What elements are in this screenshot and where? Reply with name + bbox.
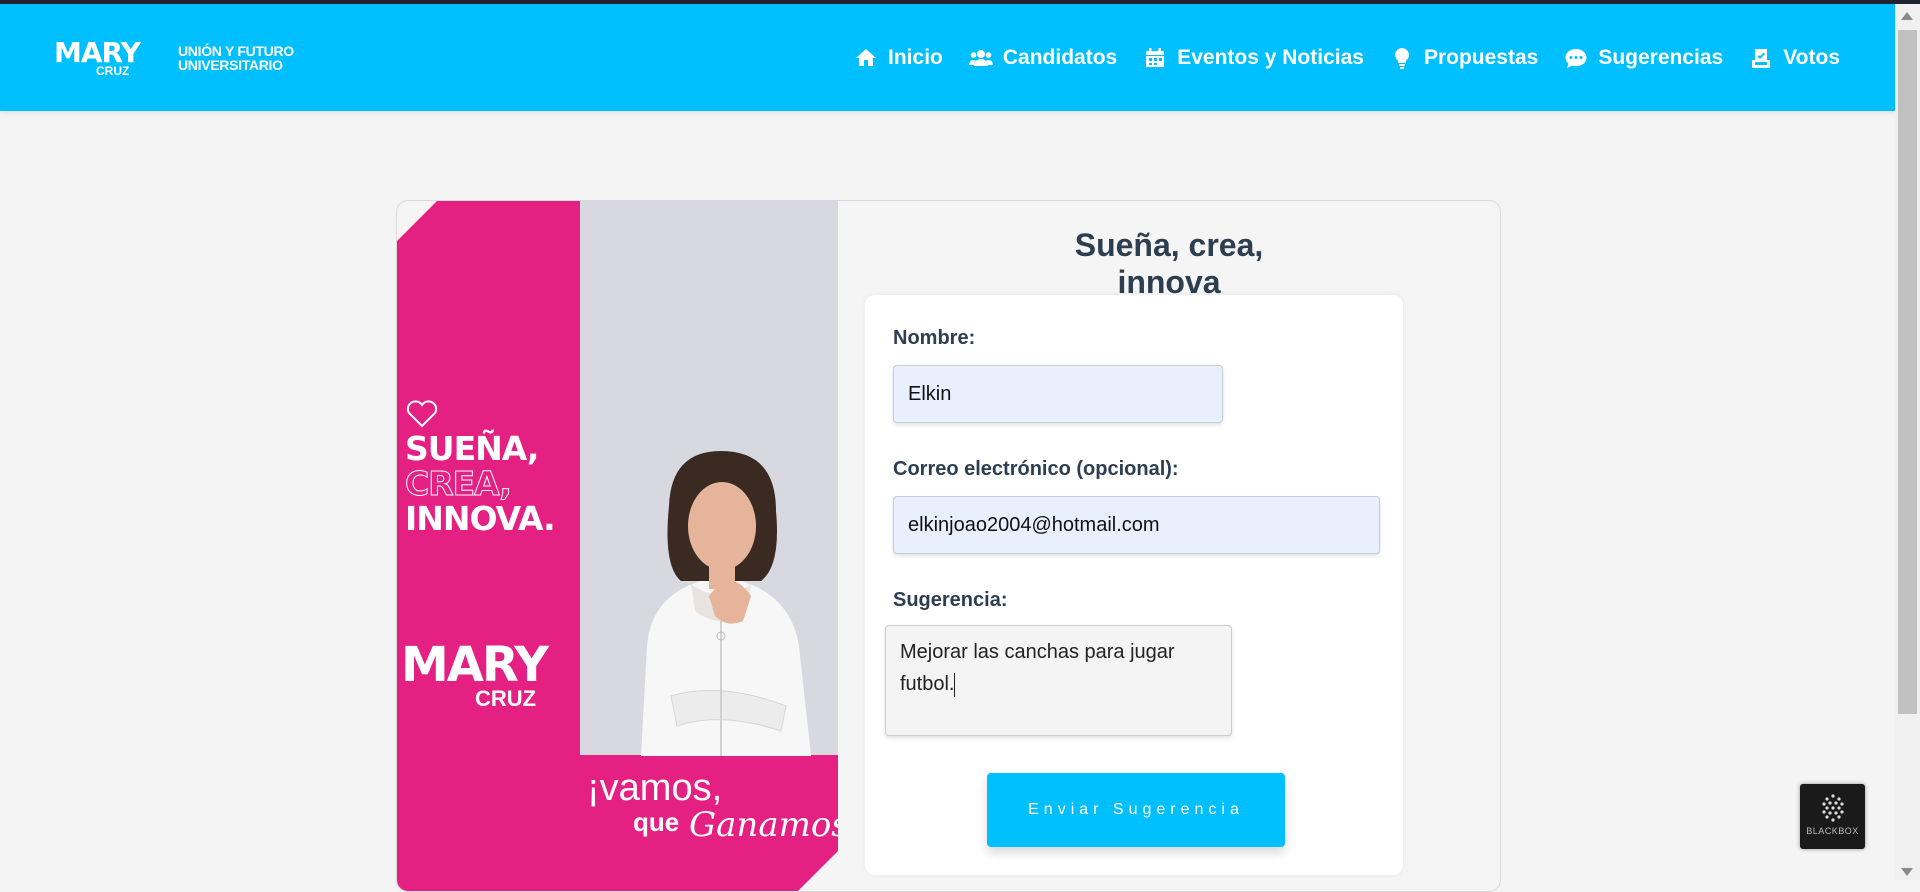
scroll-up-arrow-icon[interactable] (1901, 12, 1913, 20)
suggestion-card: SUEÑA, CREA, INNOVA. MARY CRUZ ¡vamos, q… (396, 200, 1501, 892)
brand-name-top: MARY (54, 36, 141, 69)
poster-vamos-text: ¡vamos, (587, 767, 723, 809)
blackbox-widget[interactable]: BLACKBOX (1800, 784, 1865, 849)
poster-slogan-line2: CREA, (405, 464, 513, 503)
poster-name-bottom: CRUZ (475, 686, 537, 711)
home-icon (856, 49, 877, 66)
text-caret (954, 672, 956, 697)
form-title: Sueña, crea, innova (1074, 227, 1264, 300)
poster-ganamos-text: Ganamos!. (689, 805, 874, 845)
page-scrollbar[interactable] (1895, 4, 1920, 880)
calendar-icon (1146, 48, 1165, 67)
brand-slogan: UNIÓN Y FUTURO UNIVERSITARIO (178, 44, 294, 72)
nav-item-candidatos[interactable]: Candidatos (968, 46, 1118, 70)
blackbox-logo-icon (1821, 794, 1844, 822)
suggestion-text: Mejorar las canchas para jugar futbol. (900, 641, 1175, 695)
poster-slogan-line1: SUEÑA, (405, 429, 539, 468)
poster-que-text: que (633, 807, 680, 837)
poster-slogan-line3: INNOVA. (405, 499, 556, 538)
brand-logo[interactable]: MARY CRUZ (54, 36, 141, 79)
vote-icon (1752, 49, 1771, 68)
lightbulb-icon (1395, 48, 1409, 69)
nav-item-label: Votos (1783, 46, 1840, 69)
brand-name-bottom: CRUZ (96, 64, 130, 78)
email-field[interactable]: elkinjoao2004@hotmail.com (893, 496, 1380, 554)
users-icon (968, 50, 993, 66)
name-label: Nombre: (893, 327, 976, 349)
candidate-photo (641, 451, 811, 756)
brand-slogan-line2: UNIVERSITARIO (178, 57, 283, 73)
nav-item-label: Propuestas (1423, 46, 1539, 69)
scroll-thumb[interactable] (1898, 30, 1917, 714)
nav-item-propuestas[interactable]: Propuestas (1390, 46, 1538, 70)
email-label: Correo electrónico (opcional): (893, 458, 1179, 480)
name-field[interactable]: Elkin (893, 365, 1223, 423)
navbar: MARY CRUZ UNIÓN Y FUTURO UNIVERSITARIO I… (0, 4, 1895, 111)
nav-links: Inicio Candidatos Eventos y Noticias Pro… (854, 46, 1840, 70)
poster-pink-panel (397, 201, 580, 891)
nav-item-label: Candidatos (1002, 46, 1118, 69)
submit-suggestion-button[interactable]: Enviar Sugerencia (987, 773, 1285, 847)
nav-item-inicio[interactable]: Inicio (854, 46, 943, 70)
suggestion-form: Nombre: Elkin Correo electrónico (opcion… (865, 295, 1403, 875)
nav-item-sugerencias[interactable]: Sugerencias (1564, 46, 1723, 70)
poster-name-top: MARY (401, 637, 549, 693)
heart-icon (406, 400, 438, 428)
campaign-poster: SUEÑA, CREA, INNOVA. MARY CRUZ ¡vamos, q… (397, 201, 838, 891)
suggestion-label: Sugerencia: (893, 589, 1008, 611)
poster-slogan: SUEÑA, CREA, INNOVA. (405, 429, 556, 538)
nav-item-votos[interactable]: Votos (1749, 46, 1840, 70)
nav-item-eventos[interactable]: Eventos y Noticias (1143, 46, 1364, 70)
suggestion-textarea[interactable]: Mejorar las canchas para jugar futbol. (885, 625, 1232, 736)
scroll-down-arrow-icon[interactable] (1901, 868, 1913, 876)
nav-item-label: Eventos y Noticias (1177, 46, 1364, 69)
nav-item-label: Sugerencias (1598, 46, 1724, 69)
brand-slogan-line1: UNIÓN Y FUTURO (178, 43, 294, 59)
chat-icon (1565, 49, 1587, 68)
blackbox-label: BLACKBOX (1806, 826, 1859, 836)
nav-item-label: Inicio (888, 46, 943, 69)
